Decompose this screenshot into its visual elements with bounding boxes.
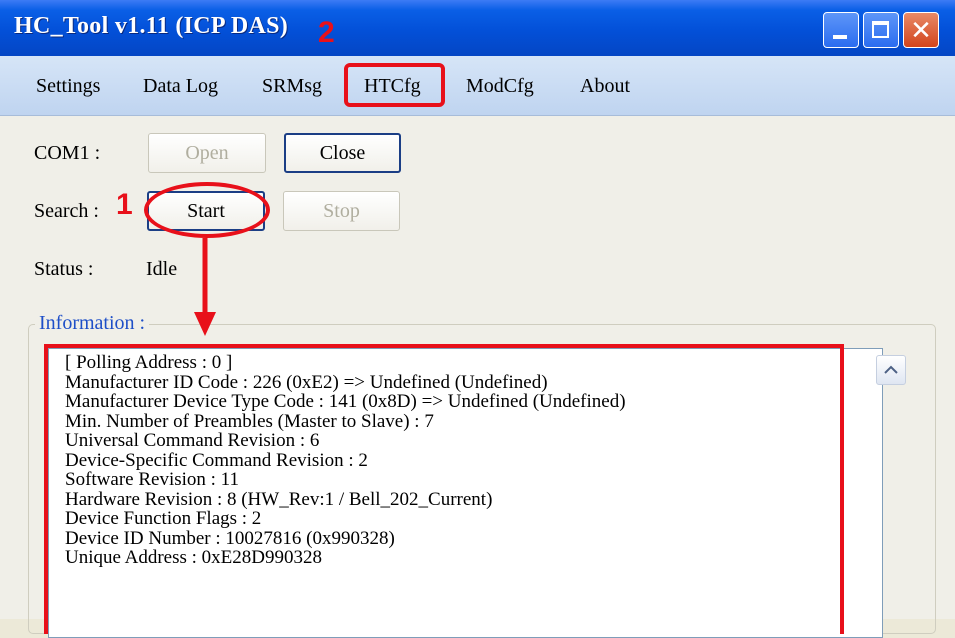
annotation-arrow: [194, 238, 216, 336]
menu-settings[interactable]: Settings: [36, 75, 100, 98]
annotation-info-highlight: [44, 344, 844, 634]
maximize-icon: [872, 21, 889, 38]
title-bar: HC_Tool v1.11 (ICP DAS) ✕: [0, 0, 955, 56]
maximize-button[interactable]: [863, 12, 899, 48]
menu-about[interactable]: About: [580, 75, 630, 98]
annotation-start-highlight: [144, 182, 270, 238]
minimize-icon: [833, 35, 847, 39]
stop-button[interactable]: Stop: [283, 191, 400, 231]
menu-modcfg[interactable]: ModCfg: [466, 75, 534, 98]
status-label: Status :: [34, 258, 94, 280]
information-legend: Information :: [35, 312, 150, 335]
menu-srmsg[interactable]: SRMsg: [262, 75, 322, 98]
com-port-label: COM1 :: [34, 142, 101, 164]
menu-data-log[interactable]: Data Log: [143, 75, 218, 98]
menu-bar: Settings Data Log SRMsg HTCfg ModCfg Abo…: [0, 56, 955, 116]
annotation-number-2: 2: [318, 16, 335, 49]
chevron-up-icon: [884, 365, 898, 374]
annotation-number-1: 1: [116, 188, 133, 221]
close-window-button[interactable]: ✕: [903, 12, 939, 48]
search-label: Search :: [34, 200, 99, 222]
close-port-button[interactable]: Close: [284, 133, 401, 173]
window-title: HC_Tool v1.11 (ICP DAS): [14, 13, 289, 39]
scroll-up-button[interactable]: [876, 355, 906, 385]
close-icon: ✕: [910, 16, 932, 46]
minimize-button[interactable]: [823, 12, 859, 48]
status-value: Idle: [146, 258, 178, 280]
open-button[interactable]: Open: [148, 133, 266, 173]
annotation-htcfg-highlight: [344, 63, 445, 107]
